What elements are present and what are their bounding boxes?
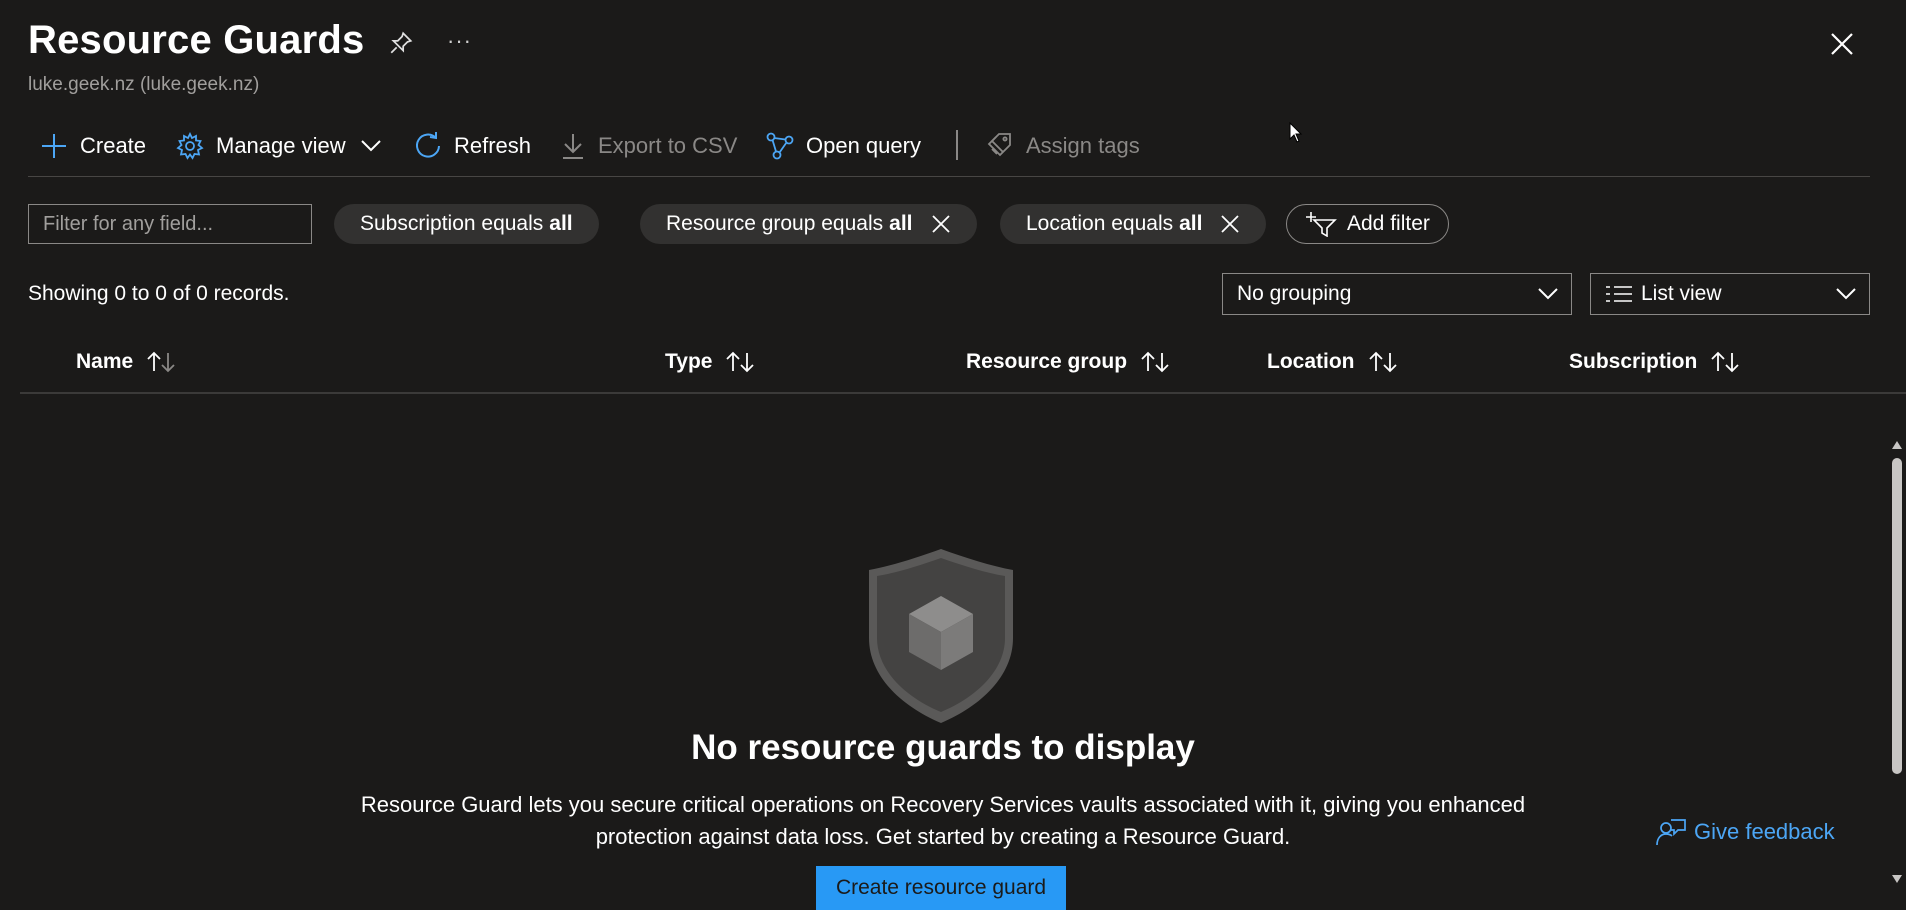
export-csv-label: Export to CSV <box>598 133 738 158</box>
column-header-label: Location <box>1267 350 1355 373</box>
refresh-icon <box>414 132 442 160</box>
column-header-label: Resource group <box>966 350 1128 373</box>
close-icon[interactable] <box>1830 32 1854 56</box>
grouping-value: No grouping <box>1237 282 1352 305</box>
view-mode-dropdown[interactable]: List view <box>1590 273 1870 315</box>
give-feedback-link[interactable]: Give feedback <box>1656 818 1835 846</box>
sort-icon <box>1139 351 1171 373</box>
column-header-type[interactable]: Type <box>665 350 756 374</box>
table-header-divider <box>20 392 1906 394</box>
filter-pill-label: Subscription equals <box>360 212 544 235</box>
open-query-label: Open query <box>806 133 921 158</box>
grouping-dropdown[interactable]: No grouping <box>1222 273 1572 315</box>
remove-filter-icon[interactable] <box>1220 214 1240 234</box>
add-filter-label: Add filter <box>1347 212 1430 235</box>
refresh-label: Refresh <box>454 133 532 158</box>
chevron-down-icon <box>1537 287 1559 301</box>
assign-tags-label: Assign tags <box>1026 133 1140 158</box>
column-header-resource-group[interactable]: Resource group <box>966 350 1171 374</box>
empty-state-description-line: protection against data loss. Get starte… <box>595 824 1291 849</box>
pin-icon[interactable] <box>388 30 414 56</box>
assign-tags-button[interactable]: Assign tags <box>986 128 1140 164</box>
page-subtitle: luke.geek.nz (luke.geek.nz) <box>28 74 260 95</box>
scroll-up-arrow-icon[interactable] <box>1891 440 1903 450</box>
filter-pill-label: Location equals <box>1026 212 1174 235</box>
add-filter-button[interactable]: Add filter <box>1286 204 1449 244</box>
sort-icon <box>724 351 756 373</box>
empty-state-description: Resource Guard lets you secure critical … <box>330 789 1556 853</box>
column-header-label: Type <box>665 350 713 373</box>
toolbar-divider <box>28 176 1870 177</box>
column-header-subscription[interactable]: Subscription <box>1569 350 1741 374</box>
filter-pill-location[interactable]: Location equals all <box>1000 204 1267 244</box>
tag-icon <box>986 132 1014 160</box>
gear-icon <box>176 132 204 160</box>
download-icon <box>560 132 586 160</box>
scrollbar-thumb[interactable] <box>1892 458 1902 774</box>
sort-icon <box>1709 351 1741 373</box>
export-csv-button[interactable]: Export to CSV <box>560 128 737 164</box>
filter-pill-value: all <box>549 212 573 235</box>
manage-view-label: Manage view <box>216 133 346 158</box>
mouse-cursor-icon <box>1289 122 1303 144</box>
filter-pill-label: Resource group equals <box>666 212 884 235</box>
query-icon <box>766 132 794 160</box>
filter-pill-subscription[interactable]: Subscription equals all <box>334 204 599 244</box>
filter-pill-value: all <box>889 212 913 235</box>
filter-search-input[interactable] <box>28 204 312 244</box>
plus-icon <box>40 132 68 160</box>
create-resource-guard-button[interactable]: Create resource guard <box>816 866 1066 910</box>
sort-icon <box>145 351 177 373</box>
refresh-button[interactable]: Refresh <box>414 128 531 164</box>
remove-filter-icon[interactable] <box>931 214 951 234</box>
feedback-icon <box>1656 818 1686 846</box>
empty-state-title: No resource guards to display <box>691 728 1195 767</box>
chevron-down-icon <box>1835 287 1857 301</box>
column-header-label: Name <box>76 350 134 373</box>
empty-state-description-line: Resource Guard lets you secure critical … <box>360 792 1526 817</box>
more-options-button[interactable]: ··· <box>447 28 472 54</box>
add-filter-icon <box>1305 211 1337 237</box>
create-button[interactable]: Create <box>40 128 146 164</box>
filter-pill-resource-group[interactable]: Resource group equals all <box>640 204 977 244</box>
column-header-location[interactable]: Location <box>1267 350 1399 374</box>
view-mode-value: List view <box>1641 282 1722 305</box>
records-summary: Showing 0 to 0 of 0 records. <box>28 282 290 305</box>
resource-guard-shield-icon <box>866 546 1016 726</box>
chevron-down-icon <box>360 139 382 153</box>
page-title: Resource Guards <box>28 18 365 62</box>
open-query-button[interactable]: Open query <box>766 128 921 164</box>
list-icon <box>1605 284 1633 304</box>
column-header-label: Subscription <box>1569 350 1698 373</box>
scroll-down-arrow-icon[interactable] <box>1891 874 1903 884</box>
toolbar-separator <box>956 130 958 160</box>
create-label: Create <box>80 133 147 158</box>
sort-icon <box>1367 351 1399 373</box>
manage-view-button[interactable]: Manage view <box>176 128 382 164</box>
column-header-name[interactable]: Name <box>76 350 177 374</box>
give-feedback-label: Give feedback <box>1694 819 1835 844</box>
filter-pill-value: all <box>1179 212 1203 235</box>
